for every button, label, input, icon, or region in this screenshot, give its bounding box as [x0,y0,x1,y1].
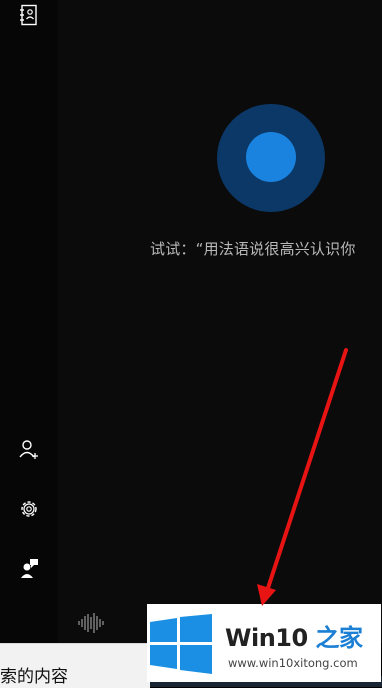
add-user-icon[interactable] [14,434,44,464]
voice-waveform-icon [78,612,106,638]
watermark-title: Win10 之家 [225,618,363,653]
search-input[interactable]: 索的内容 [0,662,68,687]
windows-logo-icon [150,614,212,678]
sidebar [0,0,58,643]
notebook-icon[interactable] [14,0,44,30]
watermark-title-a: Win10 [225,624,308,652]
cortana-suggestion: 试试：“用法语说很高兴认识你 [150,240,356,258]
feedback-icon[interactable] [14,553,44,583]
cortana-orb-core [246,132,296,182]
cortana-panel [58,0,382,643]
watermark-url: www.win10xitong.com [228,656,358,670]
watermark-title-b: 之家 [307,624,364,652]
gear-icon[interactable] [14,494,44,524]
